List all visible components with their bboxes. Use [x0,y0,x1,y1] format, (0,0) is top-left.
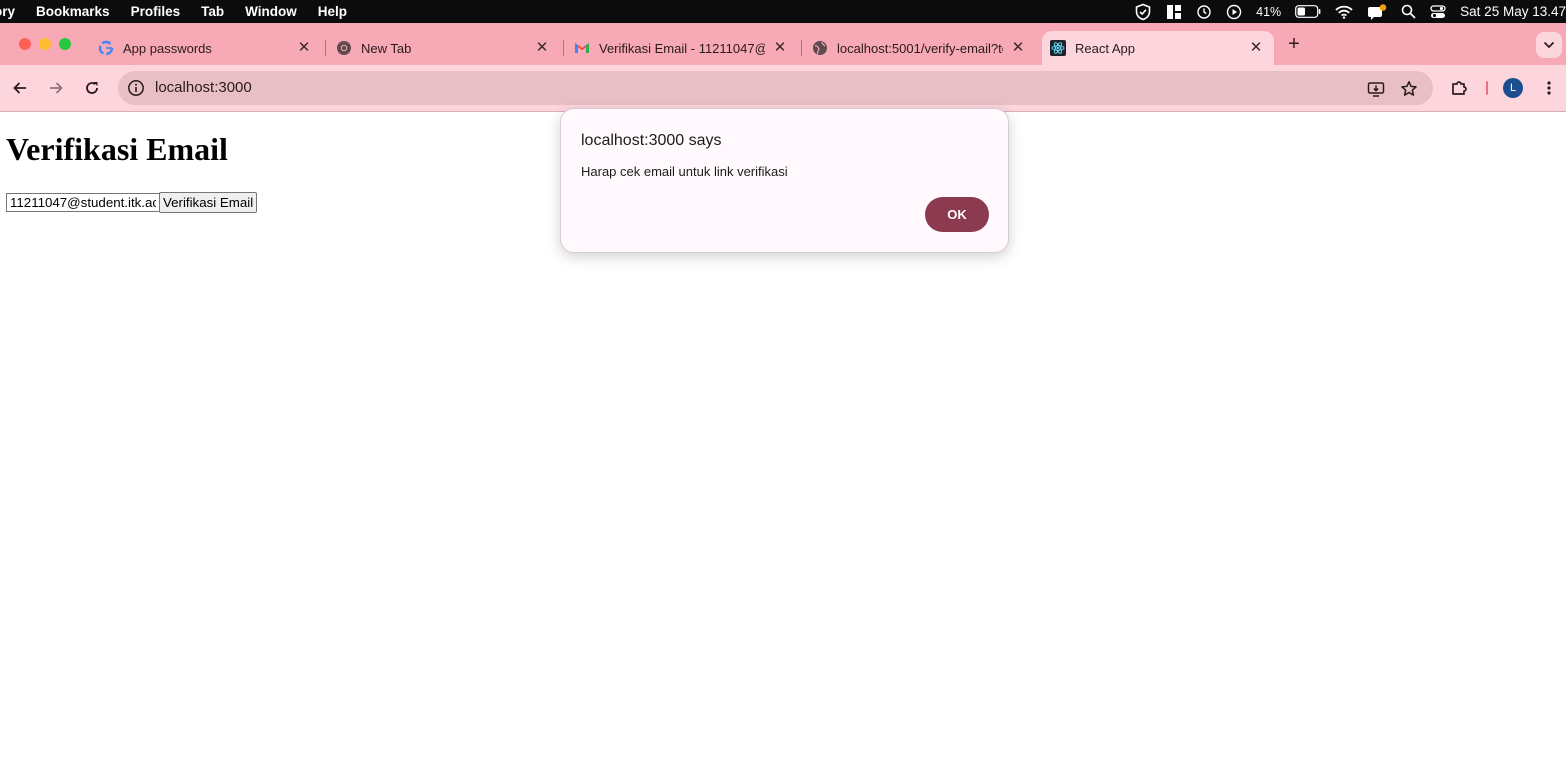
close-icon[interactable]: ✕ [296,40,312,56]
address-bar[interactable]: localhost:3000 [118,71,1433,105]
toolbar-divider [1486,81,1488,95]
tab-app-passwords[interactable]: App passwords ✕ [90,31,322,65]
menu-tab[interactable]: Tab [201,4,224,19]
arrow-right-icon [50,82,63,94]
tab-verifikasi-email[interactable]: Verifikasi Email - 11211047@s ✕ [566,31,798,65]
tab-react-app[interactable]: React App ✕ [1042,31,1274,65]
spotlight-search-icon[interactable] [1401,0,1416,23]
tab-title: localhost:5001/verify-email?to [837,40,1003,56]
tab-search-button[interactable] [1536,32,1562,58]
chrome-icon [336,40,352,56]
tab-separator [801,40,802,56]
tab-separator [325,40,326,56]
close-icon[interactable]: ✕ [772,40,788,56]
control-center-icon[interactable] [1430,0,1446,23]
ok-button[interactable]: OK [925,197,989,232]
menu-history[interactable]: ory [0,4,15,19]
tab-new-tab[interactable]: New Tab ✕ [328,31,560,65]
menu-bookmarks[interactable]: Bookmarks [36,4,110,19]
menu-clock[interactable]: Sat 25 May 13.47 [1460,4,1566,19]
close-icon[interactable]: ✕ [534,40,550,56]
profile-avatar[interactable]: L [1503,78,1523,98]
bookmark-star-icon[interactable] [1399,79,1419,99]
arrow-left-icon [13,82,26,94]
menu-profiles[interactable]: Profiles [131,4,181,19]
gmail-icon [574,40,590,56]
url-text[interactable]: localhost:3000 [155,79,252,96]
tab-title: New Tab [361,40,412,56]
browser-toolbar: localhost:3000 L [0,65,1566,112]
react-icon [1050,40,1066,56]
chevron-down-icon [1543,41,1555,49]
tab-separator [563,40,564,56]
globe-icon [812,40,828,56]
browser-menu-button[interactable] [1538,77,1560,99]
site-info-icon[interactable] [126,78,146,98]
close-icon[interactable]: ✕ [1248,40,1264,56]
close-icon[interactable]: ✕ [1010,40,1026,56]
kebab-menu-icon [1547,81,1551,95]
wifi-icon[interactable] [1335,0,1353,23]
reload-button[interactable] [81,77,103,99]
install-app-icon[interactable] [1366,79,1386,99]
dialog-message: Harap cek email untuk link verifikasi [581,164,788,179]
tab-strip: App passwords ✕ New Tab ✕ Verifikasi Ema… [0,23,1566,65]
menu-help[interactable]: Help [318,4,347,19]
tab-title: React App [1075,40,1135,56]
battery-percent: 41% [1256,4,1282,19]
zoom-window-button[interactable] [59,38,71,50]
tab-title: App passwords [123,40,212,56]
tab-title: Verifikasi Email - 11211047@s [599,40,765,56]
forward-button[interactable] [45,77,67,99]
new-tab-button[interactable]: + [1283,33,1305,55]
puzzle-icon [1452,81,1467,95]
battery-icon[interactable] [1295,0,1321,23]
status-area: 41% Sat 25 May 13.47 [1134,0,1566,23]
play-icon[interactable] [1226,0,1242,23]
app-menu: ory Bookmarks Profiles Tab Window Help [0,0,368,23]
dialog-title: localhost:3000 says [581,132,722,149]
minimize-window-button[interactable] [39,38,51,50]
alert-dialog: localhost:3000 says Harap cek email untu… [560,108,1009,253]
menu-window[interactable]: Window [245,4,297,19]
back-button[interactable] [9,77,31,99]
notification-icon[interactable] [1367,0,1387,23]
tab-verify-email-localhost[interactable]: localhost:5001/verify-email?to ✕ [804,31,1036,65]
extensions-button[interactable] [1448,77,1470,99]
page-title: Verifikasi Email [6,131,228,167]
time-machine-icon[interactable] [1196,0,1212,23]
google-icon [98,40,114,56]
verify-email-button[interactable]: Verifikasi Email [159,192,258,213]
macos-menu-bar: ory Bookmarks Profiles Tab Window Help 4… [0,0,1566,23]
shield-icon[interactable] [1134,0,1152,23]
email-field[interactable] [6,193,160,212]
window-layout-icon[interactable] [1166,0,1182,23]
close-window-button[interactable] [19,38,31,50]
reload-icon [86,82,98,94]
